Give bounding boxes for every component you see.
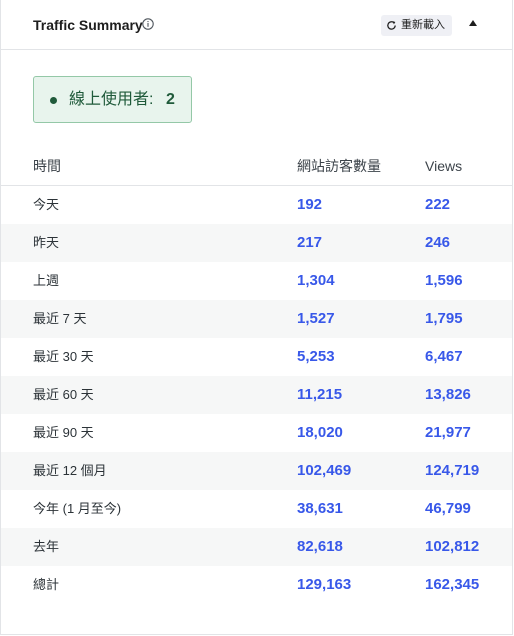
table-row: 總計 129,163 162,345 bbox=[1, 566, 512, 604]
period-label: 今天 bbox=[33, 197, 60, 212]
period-label: 去年 bbox=[33, 539, 60, 554]
period-label: 最近 60 天 bbox=[33, 387, 94, 402]
visitors-value: 11,215 bbox=[297, 386, 343, 403]
period-label: 最近 90 天 bbox=[33, 425, 94, 440]
reload-label: 重新載入 bbox=[401, 19, 445, 31]
table-row: 最近 60 天 11,215 13,826 bbox=[1, 376, 512, 414]
period-label: 今年 (1 月至今) bbox=[33, 501, 122, 516]
visitors-value: 5,253 bbox=[297, 348, 335, 365]
period-label: 總計 bbox=[33, 577, 60, 592]
period-label: 昨天 bbox=[33, 235, 60, 250]
table-row: 今年 (1 月至今) 38,631 46,799 bbox=[1, 490, 512, 528]
table-row: 今天 192 222 bbox=[1, 186, 512, 224]
period-label: 最近 30 天 bbox=[33, 349, 94, 364]
views-value: 1,596 bbox=[425, 272, 463, 289]
visitors-value: 129,163 bbox=[297, 576, 352, 593]
table-body: 今天 192 222 昨天 217 246 上週 1,304 1,596 最近 … bbox=[1, 186, 512, 604]
online-status-dot-icon bbox=[50, 97, 57, 104]
column-header-visitors: 網站訪客數量 bbox=[297, 158, 381, 174]
reload-button[interactable]: 重新載入 bbox=[381, 15, 452, 36]
table-row: 最近 90 天 18,020 21,977 bbox=[1, 414, 512, 452]
views-value: 6,467 bbox=[425, 348, 463, 365]
triangle-up-icon[interactable] bbox=[467, 17, 479, 29]
views-value: 21,977 bbox=[425, 424, 471, 441]
info-circle-icon[interactable] bbox=[142, 18, 154, 30]
visitors-value: 38,631 bbox=[297, 500, 343, 517]
visitors-value: 18,020 bbox=[297, 424, 343, 441]
panel-header: Traffic Summary 重新載入 bbox=[1, 0, 512, 50]
table-row: 最近 30 天 5,253 6,467 bbox=[1, 338, 512, 376]
visitors-value: 1,304 bbox=[297, 272, 335, 289]
views-value: 124,719 bbox=[425, 462, 480, 479]
refresh-icon bbox=[387, 21, 396, 30]
column-header-period: 時間 bbox=[33, 158, 61, 174]
period-label: 最近 12 個月 bbox=[33, 463, 107, 478]
column-header-views: Views bbox=[425, 158, 463, 174]
views-value: 102,812 bbox=[425, 538, 480, 555]
table-header: 時間 網站訪客數量 Views bbox=[1, 148, 512, 186]
period-label: 上週 bbox=[33, 273, 60, 288]
table-row: 去年 82,618 102,812 bbox=[1, 528, 512, 566]
views-value: 222 bbox=[425, 196, 451, 213]
traffic-summary-panel: Traffic Summary 重新載入 線上使用者: 2 時間 網站訪客數量 … bbox=[0, 0, 513, 635]
online-users-label: 線上使用者: bbox=[69, 91, 154, 108]
views-value: 46,799 bbox=[425, 500, 471, 517]
views-value: 246 bbox=[425, 234, 451, 251]
table-row: 上週 1,304 1,596 bbox=[1, 262, 512, 300]
table-row: 最近 12 個月 102,469 124,719 bbox=[1, 452, 512, 490]
visitors-value: 82,618 bbox=[297, 538, 343, 555]
online-users-count: 2 bbox=[166, 91, 175, 108]
visitors-value: 102,469 bbox=[297, 462, 352, 479]
table-row: 最近 7 天 1,527 1,795 bbox=[1, 300, 512, 338]
period-label: 最近 7 天 bbox=[33, 311, 87, 326]
table-row: 昨天 217 246 bbox=[1, 224, 512, 262]
views-value: 13,826 bbox=[425, 386, 471, 403]
views-value: 1,795 bbox=[425, 310, 463, 327]
visitors-value: 217 bbox=[297, 234, 323, 251]
views-value: 162,345 bbox=[425, 576, 480, 593]
visitors-value: 1,527 bbox=[297, 310, 335, 327]
panel-title: Traffic Summary bbox=[33, 17, 143, 33]
visitors-value: 192 bbox=[297, 196, 323, 213]
online-users-badge: 線上使用者: 2 bbox=[33, 76, 192, 123]
